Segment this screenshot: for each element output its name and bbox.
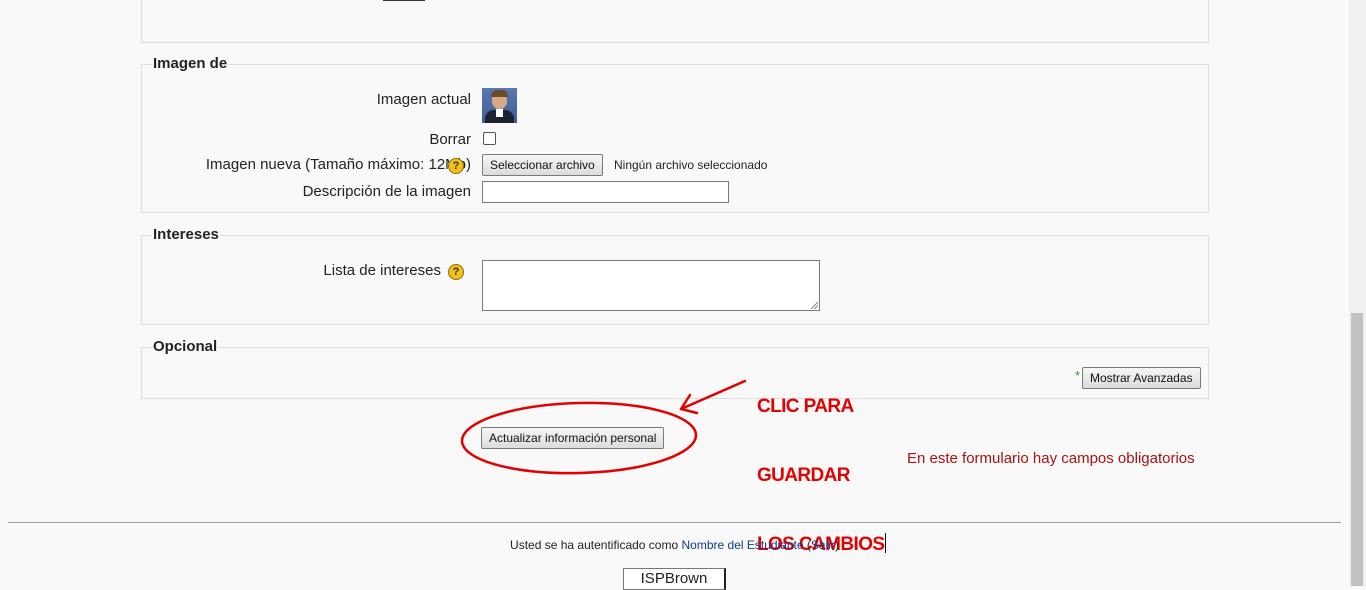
show-advanced-button[interactable]: Mostrar Avanzadas xyxy=(1082,367,1201,389)
update-profile-button[interactable]: Actualizar información personal xyxy=(481,427,665,449)
select-file-button[interactable]: Seleccionar archivo xyxy=(482,154,603,176)
logout-link[interactable]: Salir xyxy=(811,538,835,552)
login-prefix: Usted se ha autentificado como xyxy=(510,538,679,552)
help-icon[interactable]: ? xyxy=(448,158,464,174)
image-section: Imagen de Imagen actual Borrar Imagen nu… xyxy=(141,55,1209,213)
interests-section: Intereses Lista de intereses ? xyxy=(141,226,1209,325)
annotation-line-2: GUARDAR xyxy=(757,465,851,486)
delete-image-checkbox[interactable] xyxy=(483,132,496,145)
scrollbar-thumb[interactable] xyxy=(1351,313,1363,586)
resize-grip-icon[interactable] xyxy=(811,302,818,309)
image-description-label: Descripción de la imagen xyxy=(302,183,471,200)
interests-list-label: Lista de intereses xyxy=(323,262,441,279)
new-image-label: Imagen nueva (Tamaño máximo: 12Mb) xyxy=(205,156,471,173)
annotation-line-1: CLIC PARA xyxy=(757,396,854,417)
interests-textarea[interactable] xyxy=(482,260,820,311)
user-avatar xyxy=(482,88,517,123)
delete-label: Borrar xyxy=(429,131,471,148)
home-button[interactable]: ISPBrown xyxy=(623,568,726,590)
interests-section-legend: Intereses xyxy=(152,226,220,243)
logout-close-paren: ) xyxy=(834,538,839,552)
optional-section: Opcional * Mostrar Avanzadas xyxy=(141,338,1209,399)
current-image-label: Imagen actual xyxy=(376,91,471,108)
previous-section-box xyxy=(141,0,1209,43)
vertical-scrollbar[interactable] xyxy=(1349,0,1366,586)
footer-divider xyxy=(8,522,1341,524)
required-fields-note: En este formulario hay campos obligatori… xyxy=(907,450,1195,467)
required-star: * xyxy=(1075,368,1081,383)
previous-section-fragment xyxy=(383,0,425,1)
image-description-input[interactable] xyxy=(482,181,729,203)
image-section-legend: Imagen de xyxy=(152,55,229,72)
help-icon[interactable]: ? xyxy=(448,264,464,280)
optional-section-legend: Opcional xyxy=(152,338,219,355)
user-profile-link[interactable]: Nombre del Estudiante xyxy=(682,538,804,552)
no-file-selected-text: Ningún archivo seleccionado xyxy=(614,158,768,172)
login-info: Usted se ha autentificado como Nombre de… xyxy=(0,538,1349,552)
